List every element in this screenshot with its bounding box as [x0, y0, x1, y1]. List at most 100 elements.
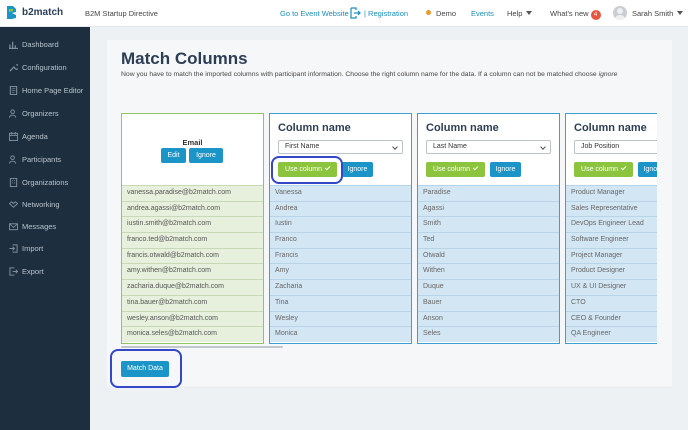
sidebar-item-label: Export: [22, 266, 44, 276]
table-cell: Monica: [270, 326, 411, 342]
description-ignore-word: ignore: [598, 71, 618, 78]
sidebar-item-label: Organizers: [22, 108, 59, 118]
calendar-icon: [8, 131, 18, 141]
column-cells: Paradise Agassi Smith Ted Otwald Withen Duque B…: [418, 185, 559, 342]
notification-badge: 4: [590, 10, 601, 20]
sidebar-item-networking[interactable]: Networking: [0, 196, 90, 212]
table-cell: franco.ted@b2match.com: [122, 232, 263, 248]
table-cell: UX & UI Designer: [566, 279, 657, 295]
brand-logo[interactable]: b2match: [6, 5, 63, 20]
table-cell: Andrea: [270, 200, 411, 217]
table-cell: CEO & Founder: [566, 310, 657, 327]
sidebar-item-configuration[interactable]: Configuration: [0, 59, 90, 75]
column-header: Column name Last Name Use column Ignore: [418, 114, 559, 185]
sidebar-item-organizers[interactable]: Organizers: [0, 105, 90, 121]
ignore-button[interactable]: Ignore: [342, 162, 373, 177]
table-cell: DevOps Engineer Lead: [566, 216, 657, 233]
external-link-icon[interactable]: [349, 7, 361, 19]
column-job-position: Column name Job Position Use column Igno…: [565, 113, 657, 344]
sidebar-item-label: Participants: [22, 154, 62, 164]
demo-link[interactable]: Demo: [426, 9, 456, 18]
column-header: Column name Job Position Use column Igno…: [566, 114, 657, 185]
sidebar-item-dashboard[interactable]: Dashboard: [0, 36, 90, 52]
sidebar-item-label: Agenda: [22, 131, 48, 141]
dashboard-icon: [8, 39, 18, 49]
ignore-button[interactable]: Ignore: [490, 162, 521, 177]
table-cell: zacharia.duque@b2match.com: [122, 279, 263, 295]
users-icon: [8, 108, 18, 118]
match-columns-card: Match Columns Now you have to match the …: [107, 40, 672, 388]
chevron-down-icon: [526, 11, 533, 15]
check-icon: [620, 164, 627, 171]
sidebar-item-label: Home Page Editor: [22, 85, 84, 95]
column-cells: Vanessa Andrea Iustin Franco Francis Amy Zacha…: [270, 185, 411, 342]
help-label: Help: [507, 9, 523, 18]
columns-scroll-area[interactable]: Email Edit Ignore vanessa.paradise@b2mat…: [121, 113, 657, 346]
export-icon: [8, 266, 18, 276]
sidebar-item-home-page-editor[interactable]: Home Page Editor: [0, 82, 90, 98]
table-cell: amy.withen@b2match.com: [122, 263, 263, 280]
table-cell: Product Manager: [566, 185, 657, 201]
table-cell: Tina: [270, 294, 411, 311]
user-menu[interactable]: Sarah Smith: [632, 9, 684, 18]
sidebar-item-messages[interactable]: Messages: [0, 218, 90, 234]
table-cell: QA Engineer: [566, 326, 657, 342]
sidebar-item-import[interactable]: Import: [0, 240, 90, 256]
users-icon: [8, 154, 18, 164]
sidebar-item-agenda[interactable]: Agenda: [0, 128, 90, 144]
table-cell: Franco: [270, 232, 411, 248]
chevron-down-icon: [677, 11, 684, 15]
whats-new-link[interactable]: What's new 4: [550, 9, 601, 20]
event-website-link[interactable]: Go to Event Website: [280, 9, 349, 18]
demo-label: Demo: [436, 9, 457, 18]
column-select[interactable]: Job Position: [574, 140, 657, 154]
ignore-button[interactable]: Ignore: [638, 162, 657, 177]
table-cell: Agassi: [418, 200, 559, 217]
email-column: Email Edit Ignore vanessa.paradise@b2mat…: [121, 113, 264, 344]
table-cell: vanessa.paradise@b2match.com: [122, 185, 263, 201]
use-column-highlight: [271, 156, 343, 184]
sidebar-item-label: Messages: [22, 221, 57, 231]
table-cell: andrea.agassi@b2match.com: [122, 200, 263, 217]
table-cell: Anson: [418, 310, 559, 327]
table-cell: Smith: [418, 216, 559, 233]
email-cells: vanessa.paradise@b2match.com andrea.agass…: [122, 185, 263, 342]
handshake-icon: [8, 199, 18, 209]
table-cell: Otwald: [418, 247, 559, 264]
description-text: Now you have to match the imported colum…: [121, 71, 599, 78]
sidebar-item-label: Import: [22, 243, 44, 253]
table-cell: CTO: [566, 294, 657, 311]
table-cell: Francis: [270, 247, 411, 264]
use-column-button[interactable]: Use column: [426, 162, 485, 177]
table-cell: Duque: [418, 279, 559, 295]
ignore-button[interactable]: Ignore: [189, 148, 223, 163]
column-first-name: Column name First Name Use column Ignore…: [269, 113, 412, 344]
use-column-label: Use column: [581, 166, 618, 173]
page-icon: [8, 85, 18, 95]
table-cell: Project Manager: [566, 247, 657, 264]
sidebar-item-export[interactable]: Export: [0, 263, 90, 279]
user-name: Sarah Smith: [632, 9, 674, 18]
sidebar-item-label: Dashboard: [22, 39, 59, 49]
wrench-icon: [8, 62, 18, 72]
table-cell: wesley.anson@b2match.com: [122, 310, 263, 327]
sidebar-item-participants[interactable]: Participants: [0, 151, 90, 167]
sidebar-item-label: Networking: [22, 199, 60, 209]
column-select[interactable]: Last Name: [426, 140, 551, 154]
table-cell: tina.bauer@b2match.com: [122, 294, 263, 311]
events-link[interactable]: Events: [471, 9, 494, 18]
mail-icon: [8, 221, 18, 231]
avatar[interactable]: [613, 6, 627, 20]
sidebar-item-label: Organizations: [22, 177, 69, 187]
help-menu[interactable]: Help: [507, 9, 533, 18]
table-cell: Iustin: [270, 216, 411, 233]
registration-link[interactable]: | Registration: [364, 9, 408, 18]
sidebar-item-organizations[interactable]: Organizations: [0, 174, 90, 190]
column-select[interactable]: First Name: [278, 140, 403, 154]
email-column-header: Email Edit Ignore: [122, 114, 263, 185]
check-icon: [472, 164, 479, 171]
match-data-highlight: [110, 349, 182, 388]
horizontal-scrollbar[interactable]: [121, 346, 283, 348]
edit-button[interactable]: Edit: [161, 148, 186, 163]
use-column-button[interactable]: Use column: [574, 162, 633, 177]
